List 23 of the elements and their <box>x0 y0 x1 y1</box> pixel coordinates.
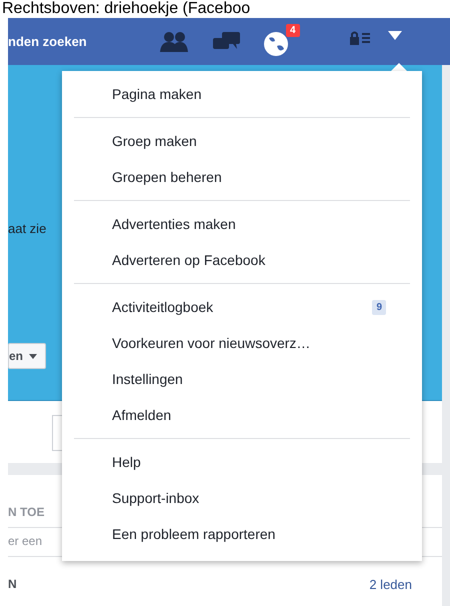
menu-item[interactable]: Activiteitlogboek 9 <box>62 289 422 325</box>
menu-item[interactable]: Groepen beheren <box>62 159 422 195</box>
notification-badge: 4 <box>286 24 300 37</box>
lock-list-icon[interactable] <box>350 31 372 45</box>
search-text[interactable]: nden zoeken <box>8 34 87 49</box>
friends-icon[interactable] <box>160 31 188 53</box>
caret-down-icon[interactable] <box>388 31 402 40</box>
member-count-link[interactable]: 2 leden <box>369 577 412 592</box>
menu-item[interactable]: Voorkeuren voor nieuwsoverz… <box>62 325 422 361</box>
menu-item[interactable]: Adverteren op Facebook <box>62 242 422 278</box>
caption-text: Rechtsboven: driehoekje (Faceboo <box>1 0 252 18</box>
menu-item[interactable]: Help <box>62 444 422 480</box>
count-badge: 9 <box>372 300 386 314</box>
caret-icon <box>29 354 38 358</box>
dropdown-button[interactable]: en <box>8 343 46 369</box>
menu-item[interactable]: Afmelden <box>62 397 422 433</box>
menu-item[interactable]: Advertenties maken <box>62 206 422 242</box>
cover-text: aat zie <box>8 221 46 236</box>
row-label: N <box>8 577 17 592</box>
globe-icon[interactable] <box>263 31 289 57</box>
menu-item[interactable]: Groep maken <box>62 123 422 159</box>
menu-item[interactable]: Instellingen <box>62 361 422 397</box>
menu-item[interactable]: Pagina maken <box>62 76 422 112</box>
